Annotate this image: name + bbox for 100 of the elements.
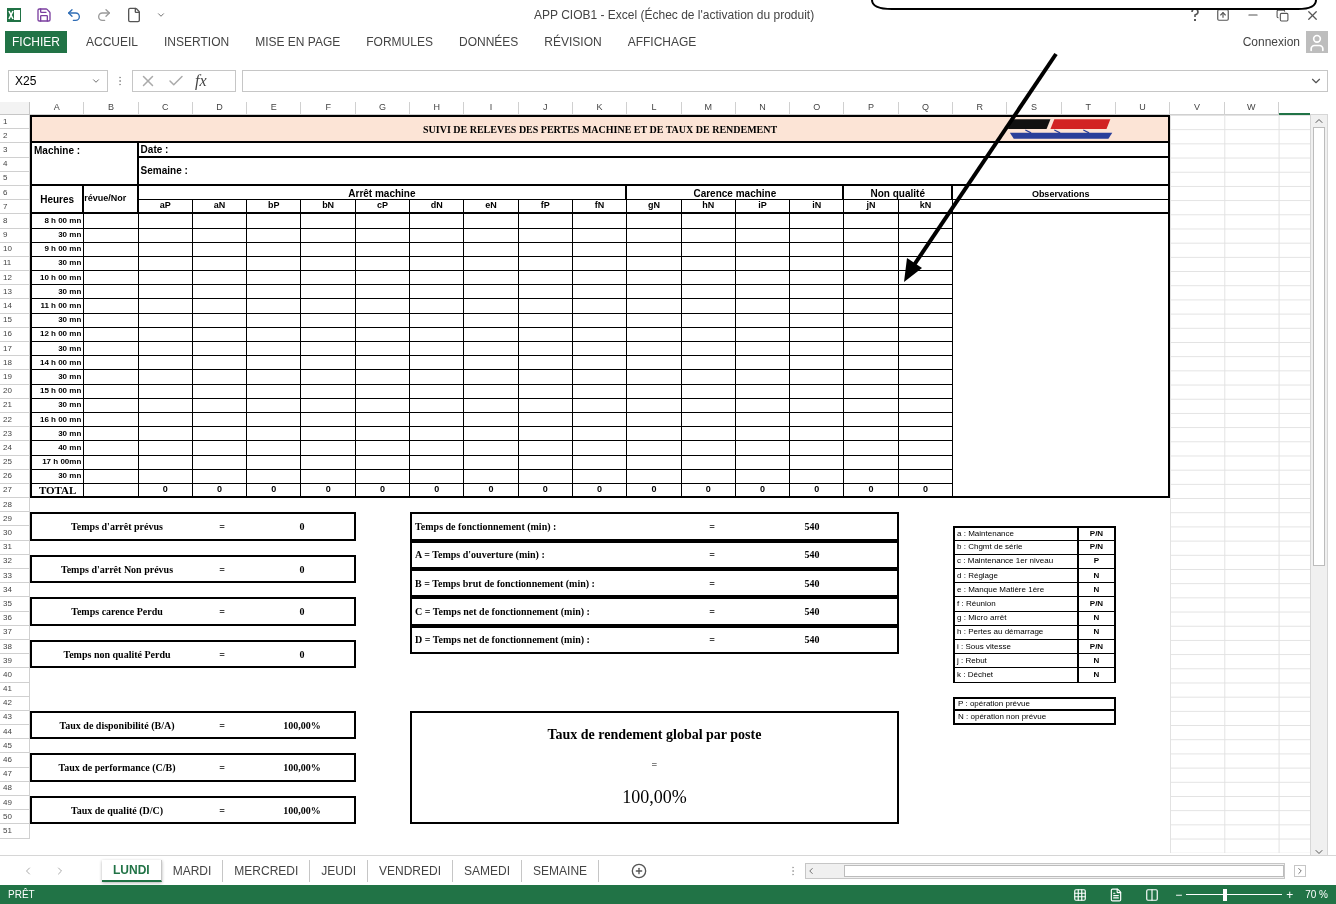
row-header[interactable]: 45 — [0, 739, 30, 754]
horizontal-scrollbar[interactable] — [805, 862, 1286, 879]
customize-caret-icon[interactable] — [156, 10, 166, 20]
page-break-icon[interactable] — [1145, 887, 1160, 902]
insert-function-button[interactable]: fx — [195, 69, 207, 93]
row-header[interactable]: 42 — [0, 696, 30, 711]
table-cell — [518, 313, 573, 328]
table-cell — [247, 441, 302, 456]
spreadsheet-app-icon[interactable] — [6, 7, 22, 23]
row-header[interactable]: 22 — [0, 412, 30, 428]
scroll-right-icon[interactable] — [1294, 864, 1306, 877]
table-cell — [627, 313, 682, 328]
row-header[interactable]: 34 — [0, 583, 30, 598]
table-cell — [247, 271, 302, 286]
table-cell — [410, 228, 465, 243]
table-cell — [681, 370, 736, 385]
row-header[interactable]: 31 — [0, 540, 30, 555]
row-header[interactable]: 24 — [0, 441, 30, 456]
row-header[interactable]: 20 — [0, 384, 30, 399]
zoom-thumb[interactable] — [1222, 888, 1227, 901]
table-cell — [735, 327, 791, 342]
ribbon-tab[interactable]: INSERTION — [157, 31, 237, 53]
save-icon[interactable] — [36, 7, 52, 23]
sheet-tab[interactable]: JEUDI — [310, 859, 369, 882]
ribbon-tab[interactable]: DONNÉES — [451, 31, 526, 53]
row-header[interactable]: 51 — [0, 824, 30, 839]
row-header[interactable]: 13 — [0, 285, 30, 300]
row-header[interactable]: 16 — [0, 327, 30, 342]
redo-icon[interactable] — [96, 7, 112, 23]
normal-view-icon[interactable] — [1073, 887, 1088, 902]
row-header[interactable]: 14 — [0, 299, 30, 314]
page-layout-icon[interactable] — [1109, 887, 1124, 902]
row-header[interactable]: 11 — [0, 256, 30, 272]
row-header[interactable]: 6 — [0, 185, 30, 201]
table-cell — [247, 455, 302, 470]
row-header[interactable]: 3 — [0, 143, 30, 158]
row-header[interactable]: 5 — [0, 171, 30, 186]
name-box[interactable]: X25 — [8, 70, 108, 92]
scroll-thumb[interactable] — [1313, 127, 1325, 567]
row-header[interactable]: 9 — [0, 228, 30, 243]
sheet-tab[interactable]: LUNDI — [102, 859, 162, 882]
row-header[interactable]: 23 — [0, 427, 30, 442]
table-cell — [410, 313, 465, 328]
row-header[interactable]: 28 — [0, 498, 30, 513]
table-cell — [138, 342, 193, 357]
ribbon-tab[interactable]: FORMULES — [359, 31, 440, 53]
sheet-tab[interactable]: SEMAINE — [522, 859, 600, 882]
ribbon-display-icon[interactable] — [1216, 8, 1230, 22]
row-header[interactable]: 27 — [0, 483, 30, 499]
row-header[interactable]: 48 — [0, 781, 30, 796]
add-sheet-icon[interactable] — [631, 862, 648, 879]
row-header[interactable]: 26 — [0, 469, 30, 484]
restore-icon[interactable] — [1276, 8, 1289, 22]
table-cell — [572, 313, 628, 328]
row-header[interactable]: 8 — [0, 214, 30, 229]
new-document-icon[interactable] — [126, 7, 142, 23]
avatar-icon[interactable] — [1306, 31, 1328, 53]
caret-icon[interactable] — [91, 76, 101, 86]
sign-in-link[interactable]: Connexion — [1242, 33, 1300, 51]
sheet-tab[interactable]: VENDREDI — [368, 859, 454, 882]
ribbon-tab[interactable]: AFFICHAGE — [620, 31, 704, 53]
zoom-slider[interactable] — [1186, 888, 1283, 901]
row-header[interactable]: 12 — [0, 271, 30, 286]
column-header[interactable]: W — [1224, 102, 1279, 115]
table-cell — [572, 299, 628, 314]
code-heading: aP — [159, 199, 171, 213]
zoom-in-button[interactable]: + — [1286, 885, 1294, 904]
row-header[interactable]: 4 — [0, 157, 30, 172]
undo-icon[interactable] — [66, 7, 82, 23]
table-cell — [247, 228, 302, 243]
status-text: PRÊT — [8, 887, 36, 902]
row-header[interactable]: 17 — [0, 342, 30, 357]
help-icon[interactable] — [1190, 8, 1200, 22]
sheet-tab[interactable]: SAMEDI — [453, 859, 523, 882]
sheet-tab[interactable]: MERCREDI — [223, 859, 311, 882]
row-header[interactable]: 7 — [0, 200, 30, 215]
row-header[interactable]: 41 — [0, 682, 30, 697]
column-header[interactable]: V — [1170, 102, 1225, 115]
row-header[interactable]: 18 — [0, 356, 30, 371]
scroll-thumb[interactable] — [844, 864, 1285, 877]
code-heading: bP — [268, 199, 280, 213]
row-header[interactable]: 40 — [0, 668, 30, 683]
row-header[interactable]: 25 — [0, 455, 30, 470]
vertical-scrollbar[interactable] — [1310, 114, 1328, 855]
zoom-level[interactable]: 70 % — [1305, 887, 1328, 902]
sheet-tab[interactable]: MARDI — [161, 859, 224, 882]
row-header[interactable]: 10 — [0, 242, 30, 257]
table-cell — [898, 370, 954, 385]
ribbon-tab[interactable]: RÉVISION — [537, 31, 609, 53]
row-header[interactable]: 37 — [0, 625, 30, 640]
ribbon-tab[interactable]: ACCUEIL — [79, 31, 145, 53]
ribbon-tab[interactable]: FICHIER — [5, 31, 67, 53]
select-all-corner[interactable] — [0, 102, 30, 115]
ribbon-tab[interactable]: MISE EN PAGE — [248, 31, 348, 53]
time-slot: 30 mn — [58, 342, 82, 355]
row-header[interactable]: 15 — [0, 313, 30, 328]
row-header[interactable]: 21 — [0, 398, 30, 413]
row-header[interactable]: 19 — [0, 370, 30, 385]
formula-input[interactable] — [242, 70, 1328, 92]
zoom-out-button[interactable]: − — [1175, 885, 1183, 904]
